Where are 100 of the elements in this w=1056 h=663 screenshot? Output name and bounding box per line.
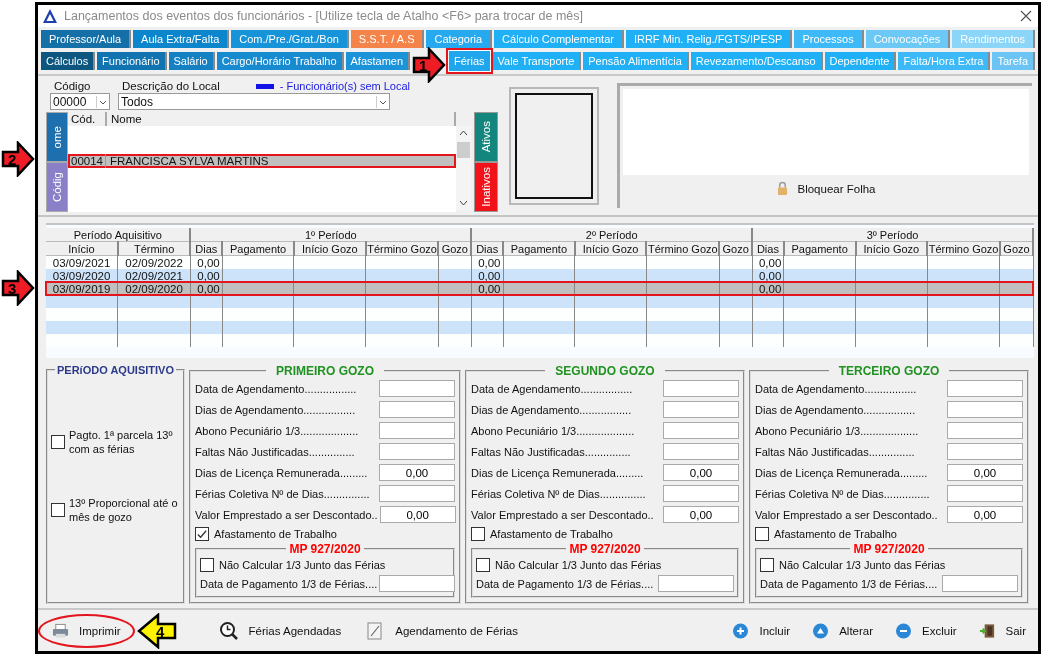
field-label: Faltas Não Justificadas...............: [755, 445, 915, 458]
table-cell: 03/09/2019: [46, 282, 118, 295]
field-label: Dias de Licença Remunerada.........: [471, 466, 644, 479]
minus-icon[interactable]: [895, 622, 913, 639]
input-field[interactable]: 0,00: [947, 506, 1023, 523]
legend-swatch: [255, 83, 274, 89]
toolbar-button[interactable]: Incluir: [730, 620, 793, 641]
tab[interactable]: Funcionário: [97, 52, 167, 70]
field-label: Código: [53, 79, 92, 93]
input-field[interactable]: [379, 422, 455, 439]
input-field[interactable]: [663, 380, 739, 397]
checkbox-label[interactable]: Não Calcular 1/3 Junto das Férias: [219, 558, 386, 571]
field-label: Data de Agendamento.................: [195, 382, 357, 395]
toolbar-button[interactable]: Alterar: [810, 620, 876, 641]
section-title: MP 927/2020: [852, 542, 926, 556]
checkbox[interactable]: [200, 557, 214, 572]
input-field[interactable]: [379, 575, 456, 592]
print-button[interactable]: Imprimir: [50, 620, 123, 641]
input-field[interactable]: 0,00: [663, 506, 739, 523]
vertical-tab[interactable]: ome: [46, 112, 68, 162]
checkbox[interactable]: [476, 557, 490, 572]
column-group-header: Período Aquisitivo: [46, 228, 191, 242]
column-group-header: 1º Período: [190, 228, 472, 242]
checkbox-label[interactable]: Afastamento de Trabalho: [774, 527, 897, 540]
input-field[interactable]: [947, 443, 1023, 460]
checkbox[interactable]: [51, 435, 65, 449]
input-field[interactable]: [379, 380, 455, 397]
input-field[interactable]: [379, 485, 455, 502]
printer-icon[interactable]: [52, 622, 69, 639]
checkbox[interactable]: [51, 503, 65, 517]
step-number: 2: [8, 151, 17, 168]
tab[interactable]: Professor/Aula: [41, 30, 132, 48]
tab[interactable]: Aula Extra/Falta: [133, 30, 230, 48]
toolbar-button[interactable]: Sair: [976, 620, 1028, 641]
toolbar-button[interactable]: Excluir: [893, 620, 959, 641]
table-cell: 02/09/2020: [117, 282, 191, 295]
table-row[interactable]: 03/09/2019 02/09/2020 0,00 0,00 0,00: [46, 282, 1033, 295]
checkbox-label[interactable]: Não Calcular 1/3 Junto das Férias: [495, 558, 662, 571]
tab[interactable]: Cálculos: [41, 52, 96, 70]
field-label: Data de Agendamento.................: [471, 382, 633, 395]
checkbox[interactable]: [755, 526, 769, 541]
field-label: Data de Pagamento 1/3 de Férias....: [476, 577, 654, 590]
checkbox-label[interactable]: Não Calcular 1/3 Junto das Férias: [779, 558, 946, 571]
input-field[interactable]: [379, 443, 455, 460]
table-cell: 00014: [68, 154, 106, 168]
tab[interactable]: Salário: [168, 52, 215, 70]
vertical-tab[interactable]: Códig: [46, 162, 68, 212]
input-field[interactable]: [379, 401, 455, 418]
checkbox-label[interactable]: Afastamento de Trabalho: [490, 527, 613, 540]
column-group-header: 3º Período: [752, 228, 1033, 242]
clock-magnifier-icon[interactable]: [218, 620, 239, 641]
column-header[interactable]: Cód.: [68, 112, 107, 126]
field-label: Data de Agendamento.................: [755, 382, 917, 395]
door-exit-icon[interactable]: [978, 622, 996, 639]
input-field[interactable]: 0,00: [379, 464, 455, 481]
checkbox-label[interactable]: 13º Proporcional até o mês de gozo: [69, 496, 180, 524]
input-field[interactable]: [663, 422, 739, 439]
close-icon[interactable]: [1020, 10, 1032, 22]
plus-icon[interactable]: [732, 622, 750, 639]
field-label: Abono Pecuniário 1/3...................: [471, 424, 635, 437]
field-label: Dias de Agendamento.................: [755, 403, 916, 416]
padlock-icon[interactable]: [776, 181, 788, 196]
vertical-tab[interactable]: Ativos: [474, 112, 498, 162]
dropdown-arrow-icon[interactable]: [376, 95, 389, 108]
input-field[interactable]: [663, 485, 739, 502]
list-row[interactable]: 00014 FRANCISCA SYLVA MARTINS: [68, 154, 456, 168]
input-field[interactable]: [947, 485, 1023, 502]
vertical-tab[interactable]: Inativos: [474, 162, 498, 212]
input-field[interactable]: [947, 422, 1023, 439]
toolbar-button[interactable]: Férias Agendadas: [216, 618, 344, 643]
location-dropdown[interactable]: Todos: [118, 93, 390, 110]
input-field[interactable]: [658, 575, 734, 592]
code-dropdown[interactable]: 00000: [50, 93, 110, 110]
input-field[interactable]: 0,00: [947, 464, 1023, 481]
tab[interactable]: Cargo/Horário Trabalho: [216, 52, 344, 70]
checkbox-label[interactable]: Pagto. 1ª parcela 13º com as férias: [69, 428, 180, 456]
section-title: TERCEIRO GOZO: [837, 364, 941, 378]
lock-label[interactable]: Bloquear Folha: [797, 182, 876, 195]
dropdown-arrow-icon[interactable]: [96, 95, 109, 108]
input-field[interactable]: 0,00: [663, 464, 739, 481]
input-field[interactable]: [942, 575, 1018, 592]
step-number: 4: [155, 622, 164, 640]
input-field[interactable]: 0,00: [379, 506, 456, 523]
field-label: Dias de Licença Remunerada.........: [195, 466, 368, 479]
input-field[interactable]: [947, 401, 1023, 418]
checkbox[interactable]: [760, 557, 774, 572]
field-label: Descrição do Local: [121, 79, 220, 93]
input-field[interactable]: [947, 380, 1023, 397]
step-number: 3: [8, 280, 17, 297]
checkbox[interactable]: [471, 526, 485, 541]
input-field[interactable]: [663, 443, 739, 460]
checkbox-label[interactable]: Afastamento de Trabalho: [214, 527, 337, 540]
toolbar-button[interactable]: Agendamento de Férias: [363, 618, 520, 643]
table-cell: 0,00: [190, 282, 223, 295]
section-title: PRIMEIRO GOZO: [275, 364, 375, 378]
table-cell: 0,00: [752, 282, 784, 295]
checkbox[interactable]: [195, 526, 209, 541]
section-title: PERíODO AQUISITIVO: [56, 364, 175, 376]
input-field[interactable]: [663, 401, 739, 418]
window-title: Lançamentos dos eventos dos funcionários - [Utilize tecla de Atalho <F6> para trocar de mês]: [64, 9, 585, 23]
